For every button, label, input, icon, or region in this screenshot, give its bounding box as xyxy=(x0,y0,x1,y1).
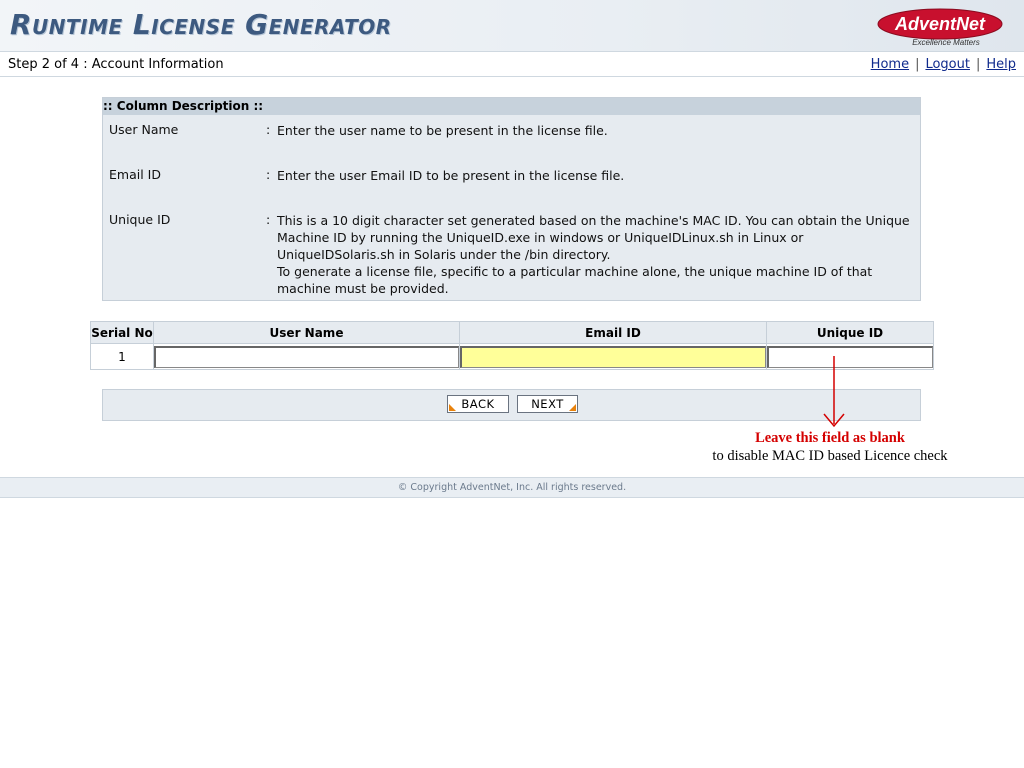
svg-text:AdventNet: AdventNet xyxy=(894,14,986,34)
back-button[interactable]: BACK xyxy=(447,395,509,413)
description-value: Enter the user Email ID to be present in… xyxy=(277,168,625,183)
description-value: This is a 10 digit character set generat… xyxy=(277,212,917,297)
user-name-cell xyxy=(153,343,460,370)
description-colon: : xyxy=(266,167,271,182)
link-separator: | xyxy=(975,57,981,72)
serial-no-cell: 1 xyxy=(90,343,154,370)
column-header-serial-no: Serial No xyxy=(90,321,154,344)
copyright-text: © Copyright AdventNet, Inc. All rights r… xyxy=(397,482,627,493)
help-link[interactable]: Help xyxy=(986,57,1016,72)
next-button-label: NEXT xyxy=(531,397,564,411)
column-header-email-id: Email ID xyxy=(459,321,767,344)
back-triangle-icon xyxy=(449,404,456,411)
back-button-label: BACK xyxy=(461,397,495,411)
table-header-row: Serial No User Name Email ID Unique ID xyxy=(90,321,934,344)
logout-link[interactable]: Logout xyxy=(925,57,970,72)
description-colon: : xyxy=(266,212,271,227)
column-description-panel: :: Column Description :: User Name : Ent… xyxy=(102,97,921,301)
description-key: User Name xyxy=(109,122,179,137)
column-header-user-name: User Name xyxy=(153,321,460,344)
annotation-note: Leave this field as blank to disable MAC… xyxy=(700,430,960,465)
button-bar: BACK NEXT xyxy=(102,389,921,421)
link-separator: | xyxy=(915,57,920,72)
description-key: Unique ID xyxy=(109,212,171,227)
email-id-input[interactable] xyxy=(460,345,766,368)
table-row: 1 xyxy=(90,343,934,370)
column-description-heading: :: Column Description :: xyxy=(103,98,920,115)
unique-id-description-note: To generate a license file, specific to … xyxy=(277,264,873,296)
column-header-unique-id: Unique ID xyxy=(766,321,934,344)
step-bar: Step 2 of 4 : Account Information Home | L… xyxy=(0,53,1024,77)
page-header: Runtime License Generator AdventNet Exce… xyxy=(0,0,1024,52)
description-colon: : xyxy=(266,122,271,137)
app-title: Runtime License Generator xyxy=(10,8,392,41)
home-link[interactable]: Home xyxy=(871,57,909,72)
user-name-input[interactable] xyxy=(154,345,459,368)
description-value: Enter the user name to be present in the… xyxy=(277,123,608,138)
account-table: Serial No User Name Email ID Unique ID 1 xyxy=(90,321,934,370)
annotation-line-2: to disable MAC ID based Licence check xyxy=(712,448,948,464)
adventnet-logo: AdventNet Excellence Matters xyxy=(877,8,1003,47)
top-links: Home | Logout | Help xyxy=(871,57,1016,72)
next-button[interactable]: NEXT xyxy=(517,395,578,413)
next-triangle-icon xyxy=(569,404,576,411)
svg-text:Excellence Matters: Excellence Matters xyxy=(912,38,980,47)
description-key: Email ID xyxy=(109,167,161,182)
step-label: Step 2 of 4 : Account Information xyxy=(8,57,224,72)
unique-id-description: This is a 10 digit character set generat… xyxy=(277,213,910,262)
annotation-line-1: Leave this field as blank xyxy=(755,430,905,446)
unique-id-cell xyxy=(766,343,934,370)
footer: © Copyright AdventNet, Inc. All rights r… xyxy=(0,477,1024,498)
email-id-cell xyxy=(459,343,767,370)
unique-id-input[interactable] xyxy=(767,345,933,368)
arrow-down-icon xyxy=(823,356,845,428)
